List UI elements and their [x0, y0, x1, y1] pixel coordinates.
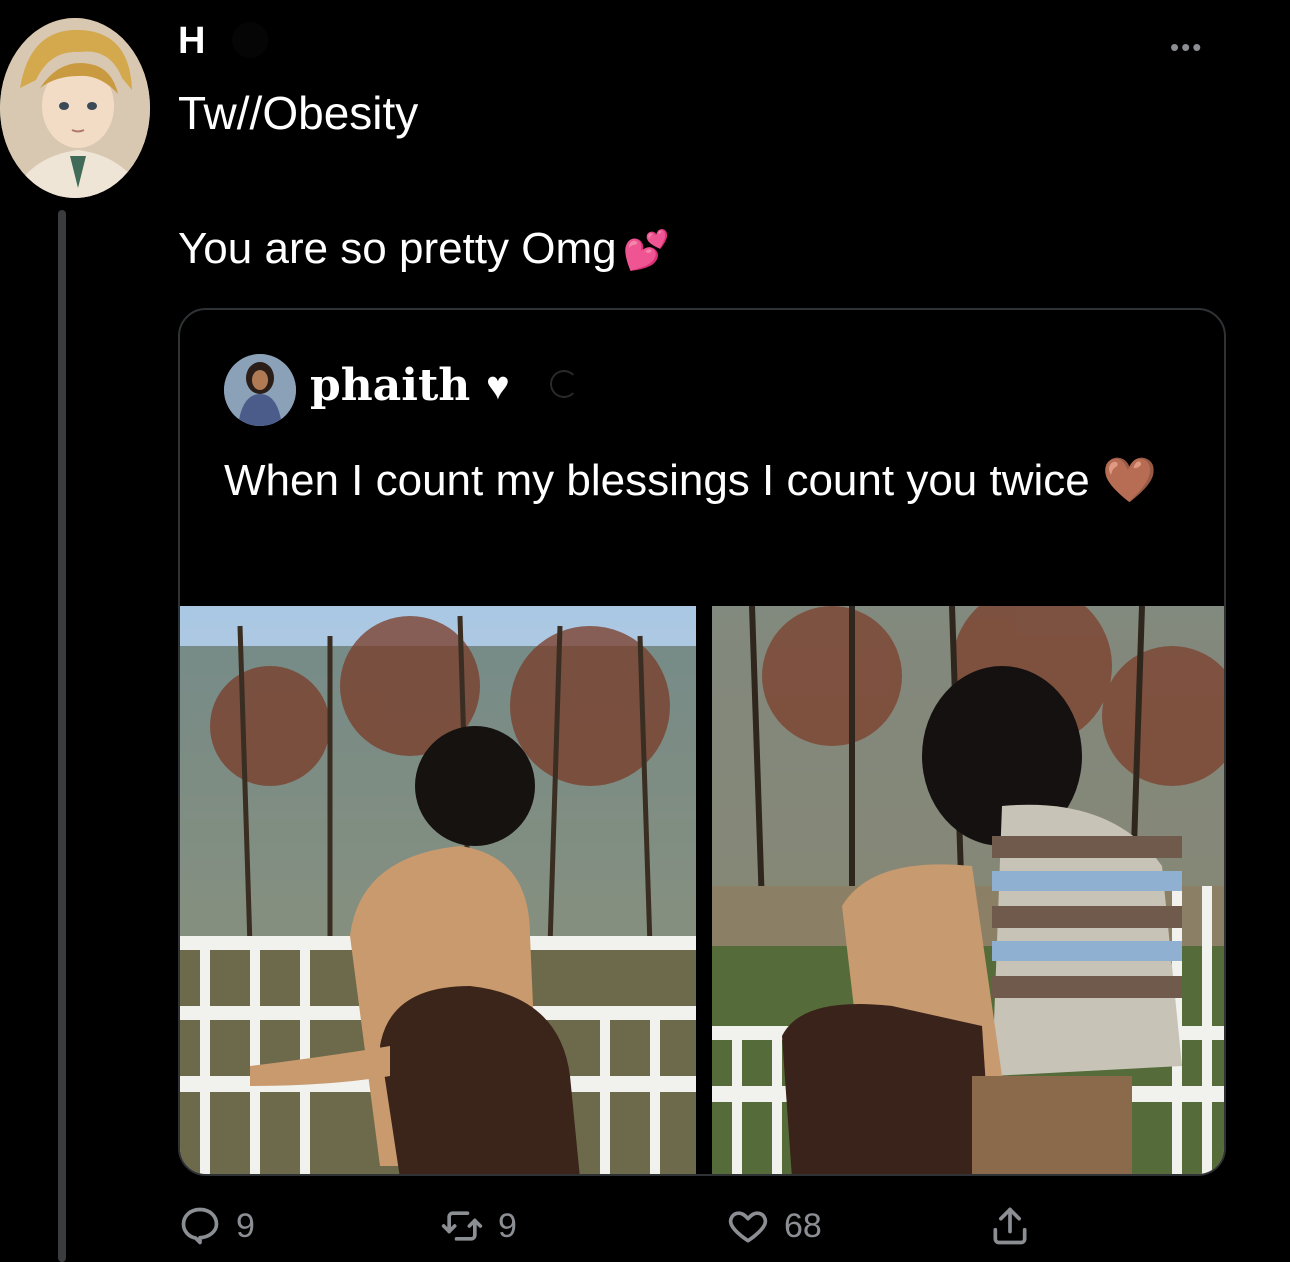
- like-count: 68: [784, 1206, 822, 1245]
- tweet[interactable]: H ••• Tw//Obesity You are so pretty Omg 💕…: [0, 0, 1290, 1262]
- reply-count: 9: [236, 1206, 255, 1245]
- photo-1[interactable]: [180, 606, 696, 1174]
- loading-spinner: [550, 370, 578, 398]
- quoted-avatar[interactable]: [224, 354, 296, 426]
- heart-outline-icon: [728, 1211, 768, 1243]
- reply-icon: [181, 1207, 219, 1245]
- media-grid: [180, 606, 1224, 1174]
- retweet-button[interactable]: 9: [440, 1204, 517, 1248]
- tweet-text: You are so pretty Omg 💕: [178, 224, 670, 274]
- quoted-text-body: When I count my blessings I count you tw…: [224, 456, 1090, 505]
- photo-2[interactable]: [712, 606, 1224, 1174]
- content-warning: Tw//Obesity: [178, 87, 419, 139]
- retweet-count: 9: [498, 1206, 517, 1245]
- tweet-text-body: You are so pretty Omg: [178, 224, 617, 273]
- share-icon: [993, 1207, 1027, 1245]
- thread-line: [58, 210, 66, 1262]
- more-horizontal-icon[interactable]: •••: [1170, 32, 1203, 63]
- reply-button[interactable]: 9: [178, 1204, 255, 1248]
- quoted-text: When I count my blessings I count you tw…: [224, 448, 1184, 514]
- brown-heart-icon: 🤎: [1101, 456, 1157, 505]
- two-hearts-icon: 💕: [622, 230, 670, 272]
- heart-icon: ♥: [486, 364, 510, 408]
- action-bar: 9 9 68: [178, 1204, 1226, 1254]
- retweet-icon: [441, 1211, 483, 1241]
- quoted-author[interactable]: phaith: [310, 360, 470, 411]
- share-button[interactable]: [988, 1204, 1032, 1248]
- like-button[interactable]: 68: [726, 1204, 822, 1248]
- quoted-tweet[interactable]: phaith ♥ When I count my blessings I cou…: [178, 308, 1226, 1176]
- avatar[interactable]: [0, 18, 150, 198]
- verified-placeholder: [232, 22, 268, 58]
- author-name[interactable]: H: [178, 20, 205, 63]
